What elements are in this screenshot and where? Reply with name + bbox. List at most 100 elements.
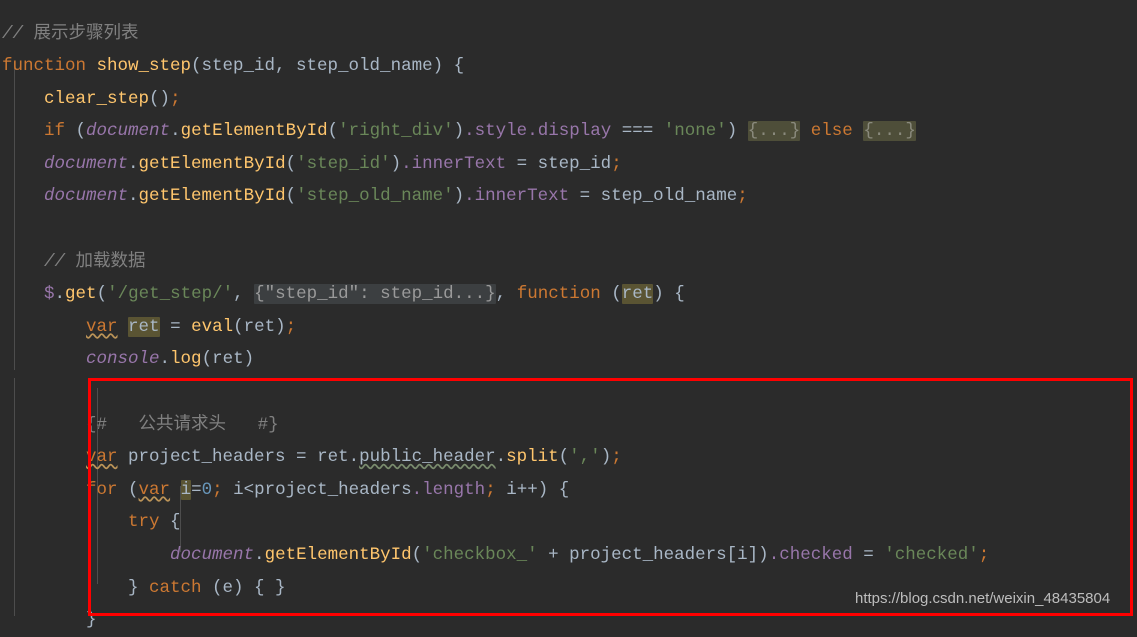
code-token: (step_id, step_old_name) {	[191, 56, 465, 77]
code-token: getElementById	[264, 545, 412, 565]
code-token: '/get_step/'	[107, 284, 234, 305]
code-token: 'checkbox_'	[422, 545, 538, 565]
code-token: )	[453, 186, 465, 207]
code-token: {#	[86, 414, 108, 435]
code-token: function	[2, 56, 97, 77]
code-line[interactable]: var project_headers = ret.public_header.…	[0, 441, 1137, 474]
code-line[interactable]: {# 公共请求头 #}	[0, 409, 1137, 442]
code-token: log	[170, 349, 202, 370]
code-token: =	[191, 479, 202, 500]
code-token: )	[600, 447, 612, 468]
code-token: }	[2, 610, 97, 631]
code-token: document	[86, 121, 171, 142]
code-token: ;	[285, 316, 297, 337]
code-token: {"step_id": step_id...}	[254, 284, 496, 305]
code-line[interactable]: // 展示步骤列表	[0, 18, 1137, 51]
code-line[interactable]	[0, 213, 1137, 246]
code-token: )	[453, 121, 465, 142]
code-token: 'checked'	[884, 545, 979, 565]
code-token: i	[180, 479, 192, 500]
code-token: ret	[128, 316, 160, 337]
code-token: 0	[201, 479, 213, 500]
code-token: eval	[191, 316, 234, 337]
code-token: ,	[495, 284, 517, 305]
code-token: .	[495, 447, 507, 468]
code-token: 'none'	[663, 121, 727, 142]
code-token: i++) {	[495, 479, 570, 500]
code-line[interactable]: }	[0, 604, 1137, 637]
code-token: 'right_div'	[338, 121, 454, 142]
code-token: document	[170, 545, 255, 565]
code-token: function	[516, 284, 601, 305]
code-token: (	[558, 447, 570, 468]
code-line[interactable]: for (var i=0; i<project_headers.length; …	[0, 474, 1137, 507]
code-token: + project_headers[i])	[537, 545, 769, 565]
code-token: ,	[233, 284, 255, 305]
code-token: get	[65, 284, 97, 305]
code-token: {...}	[747, 121, 801, 142]
code-token: (	[65, 121, 87, 142]
code-token: try	[128, 512, 160, 533]
code-token: getElementById	[138, 153, 286, 174]
code-token: .innerText	[464, 186, 570, 207]
code-token: (	[600, 284, 622, 305]
code-token: (	[117, 479, 139, 500]
code-token: document	[44, 186, 129, 207]
code-line[interactable]: // 加载数据	[0, 246, 1137, 279]
code-line[interactable]: $.get('/get_step/', {"step_id": step_id.…	[0, 278, 1137, 311]
code-token: ;	[978, 545, 990, 565]
code-token: project_headers = ret	[117, 447, 349, 468]
code-token: catch	[149, 577, 202, 598]
code-line[interactable]: document.getElementById('checkbox_' + pr…	[0, 539, 1137, 572]
code-token: ===	[611, 121, 664, 142]
code-token: public_header	[359, 447, 496, 468]
code-token: else	[810, 121, 853, 142]
code-token: .	[159, 349, 171, 370]
code-token: .style	[464, 121, 528, 142]
code-token: //	[44, 251, 76, 272]
code-token: clear_step	[44, 88, 150, 109]
source-code-block[interactable]: // 展示步骤列表 function show_step(step_id, ste…	[0, 18, 1137, 637]
code-line[interactable]: function show_step(step_id, step_old_nam…	[0, 50, 1137, 83]
code-token: split	[506, 447, 559, 468]
code-token: }	[2, 577, 150, 598]
code-line[interactable]: document.getElementById('step_old_name')…	[0, 180, 1137, 213]
code-token: ;	[737, 186, 748, 207]
code-line[interactable]: document.getElementById('step_id').inner…	[0, 148, 1137, 181]
code-line[interactable]: var ret = eval(ret);	[0, 311, 1137, 344]
code-token: .length	[411, 479, 486, 500]
csdn-blog-watermark: https://blog.csdn.net/weixin_48435804	[855, 590, 1111, 607]
code-token: ()	[149, 88, 171, 109]
code-token: .	[128, 153, 139, 174]
code-token: show_step	[96, 56, 192, 77]
code-token: 公共请求头	[138, 414, 227, 435]
code-line[interactable]: if (document.getElementById('right_div')…	[0, 115, 1137, 148]
code-line[interactable]: try {	[0, 506, 1137, 539]
code-token: (ret)	[201, 349, 255, 370]
code-token: ;	[485, 479, 496, 500]
code-token: (	[285, 153, 297, 174]
code-token: var	[86, 316, 118, 337]
code-token: var	[138, 479, 171, 500]
code-token: document	[44, 153, 129, 174]
code-token: (	[327, 121, 339, 142]
code-line[interactable]	[0, 376, 1137, 409]
code-token: )	[390, 153, 402, 174]
code-line[interactable]: console.log(ret)	[0, 343, 1137, 376]
code-token: (	[285, 186, 297, 207]
code-token: (ret)	[233, 316, 286, 337]
code-token: 'step_old_name'	[296, 186, 454, 207]
code-line[interactable]: clear_step();	[0, 83, 1137, 116]
code-token: getElementById	[180, 121, 328, 142]
